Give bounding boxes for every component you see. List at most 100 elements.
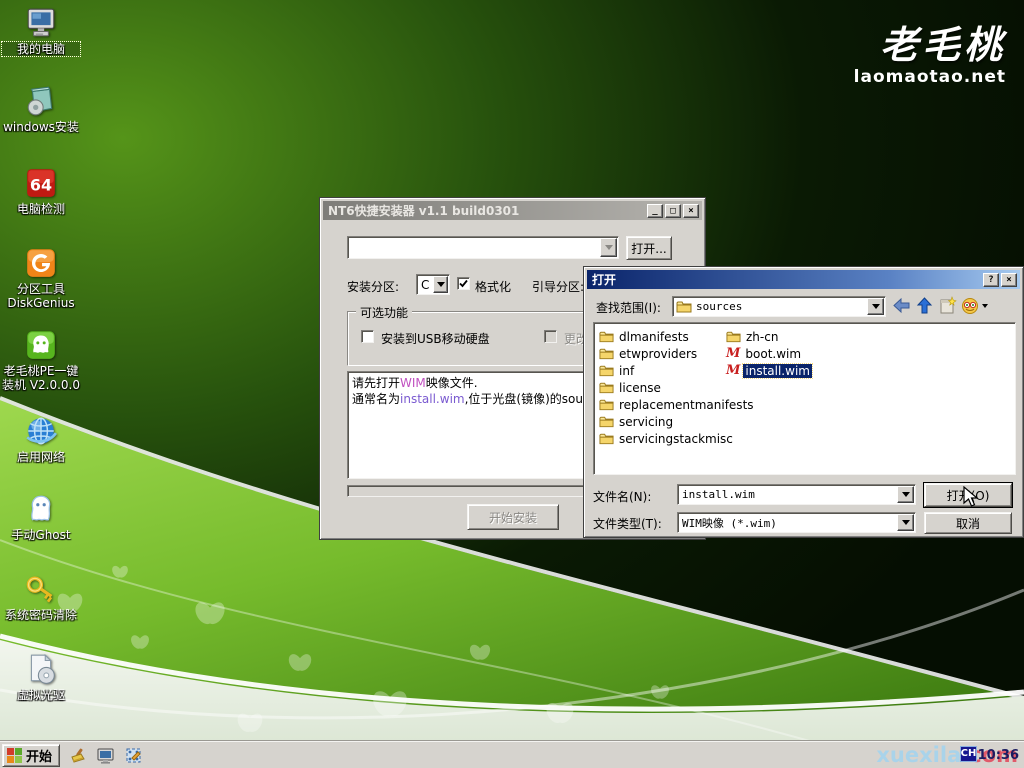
look-in-value: sources: [692, 298, 866, 315]
list-item-folder[interactable]: dlmanifests: [599, 328, 691, 345]
list-item-folder[interactable]: replacementmanifests: [599, 396, 756, 413]
screen-capture-icon: [124, 746, 143, 765]
desktop-icon-label: 老毛桃PE一键装机 V2.0.0.0: [2, 364, 80, 392]
sweep-icon: [68, 746, 87, 765]
folder-icon: [599, 432, 614, 445]
usb-install-label: 安装到USB移动硬盘: [381, 330, 490, 347]
start-button-label: 开始: [26, 746, 52, 765]
list-item-folder[interactable]: license: [599, 379, 663, 396]
file-name-label: 文件名(N):: [593, 488, 651, 505]
file-name-dropdown-button[interactable]: [897, 486, 914, 503]
wim-path-combobox[interactable]: [347, 236, 619, 259]
boot-partition-label: 引导分区:: [532, 278, 584, 295]
usb-install-checkbox[interactable]: [361, 330, 374, 343]
start-logo-icon: [7, 748, 22, 763]
optional-features-label: 可选功能: [356, 304, 412, 321]
desktop-icon-my-computer[interactable]: 我的电脑: [2, 6, 80, 56]
wim-file-icon: M: [726, 364, 740, 377]
wim-path-value: [348, 246, 599, 250]
list-item-folder[interactable]: servicingstackmisc: [599, 430, 735, 447]
mouse-cursor: [963, 486, 981, 511]
file-name-combobox[interactable]: install.wim: [677, 484, 916, 505]
file-type-label: 文件类型(T):: [593, 515, 662, 532]
start-button[interactable]: 开始: [2, 744, 60, 767]
close-button[interactable]: ×: [683, 204, 699, 218]
file-name-value: install.wim: [678, 486, 896, 503]
desktop-icon-password-clear[interactable]: 系统密码清除: [2, 572, 80, 622]
list-item-folder[interactable]: zh-cn: [726, 328, 780, 345]
list-item-folder[interactable]: servicing: [599, 413, 675, 430]
list-item-folder[interactable]: inf: [599, 362, 636, 379]
network-globe-icon: [24, 414, 58, 448]
desktop-icon-laomaotao-pe[interactable]: 老毛桃PE一键装机 V2.0.0.0: [2, 328, 80, 392]
up-arrow-icon: [915, 296, 934, 315]
format-checkbox[interactable]: [457, 277, 470, 290]
logo-url-text: laomaotao.net: [854, 67, 1006, 87]
quicklaunch-capture-button[interactable]: [121, 744, 145, 766]
view-menu-button[interactable]: [961, 296, 988, 315]
nt6-window-title: NT6快捷安装器 v1.1 build0301: [326, 202, 645, 219]
quicklaunch-display-button[interactable]: [93, 744, 117, 766]
desktop-icon-label: 虚拟光驱: [2, 688, 80, 702]
language-indicator-badge[interactable]: CH: [960, 746, 977, 762]
desktop-icon-pc-check[interactable]: 64 电脑检测: [2, 166, 80, 216]
help-button[interactable]: ?: [983, 273, 999, 287]
quicklaunch-sweep-button[interactable]: [65, 744, 89, 766]
taskbar-clock: 10:36: [978, 748, 1019, 763]
display-icon: [96, 746, 115, 765]
virtual-cdrom-icon: [24, 652, 58, 686]
list-item-folder[interactable]: etwproviders: [599, 345, 699, 362]
desktop-icon-virtual-cdrom[interactable]: 虚拟光驱: [2, 652, 80, 702]
folder-icon: [599, 364, 614, 377]
file-type-combobox[interactable]: WIM映像 (*.wim): [677, 512, 916, 533]
partition-dropdown-button[interactable]: [433, 276, 448, 293]
logo-zh-text: 老毛桃: [854, 14, 1006, 69]
open-dialog-title: 打开: [590, 271, 981, 288]
back-button[interactable]: [892, 296, 911, 318]
desktop-icon-diskgenius[interactable]: 分区工具DiskGenius: [2, 246, 80, 310]
wim-file-icon: M: [726, 347, 740, 360]
wim-path-dropdown-button[interactable]: [600, 238, 617, 257]
nt6-titlebar[interactable]: NT6快捷安装器 v1.1 build0301 _ □ ×: [323, 201, 702, 220]
start-install-button: 开始安装: [467, 504, 559, 530]
list-item-wim-file[interactable]: Mboot.wim: [726, 345, 803, 362]
chevron-down-icon: [902, 520, 910, 525]
install-partition-combobox[interactable]: C: [416, 274, 450, 295]
folder-icon: [599, 381, 614, 394]
windows-install-icon: [24, 84, 58, 118]
look-in-label: 查找范围(I):: [596, 299, 661, 316]
close-button[interactable]: ×: [1001, 273, 1017, 287]
desktop-icon-enable-network[interactable]: 启用网络: [2, 414, 80, 464]
desktop-icon-label: 启用网络: [2, 450, 80, 464]
desktop-icon-windows-install[interactable]: windows安装: [2, 84, 80, 134]
desktop-icon-label: 手动Ghost: [2, 528, 80, 542]
folder-icon: [676, 300, 692, 313]
system-tray: xuexila.com CH 10:36: [824, 742, 1024, 768]
open-dialog-titlebar[interactable]: 打开 ? ×: [587, 270, 1020, 289]
folder-icon: [599, 347, 614, 360]
file-type-dropdown-button[interactable]: [897, 514, 914, 531]
key-icon: [24, 572, 58, 606]
pc-check-64-icon: 64: [24, 166, 58, 200]
chevron-down-icon: [902, 492, 910, 497]
minimize-button[interactable]: _: [647, 204, 663, 218]
open-wim-button[interactable]: 打开...: [626, 236, 672, 260]
up-one-level-button[interactable]: [915, 296, 934, 318]
ghost-icon: [24, 492, 58, 526]
look-in-combobox[interactable]: sources: [672, 296, 886, 317]
file-list[interactable]: dlmanifests etwproviders inf license rep…: [593, 322, 1016, 475]
chevron-down-icon: [437, 282, 445, 287]
desktop-icon-label: 分区工具DiskGenius: [2, 282, 80, 310]
desktop-icon-manual-ghost[interactable]: 手动Ghost: [2, 492, 80, 542]
desktop-icon-label: 系统密码清除: [2, 608, 80, 622]
folder-icon: [726, 330, 741, 343]
new-folder-icon: [938, 296, 957, 315]
list-item-wim-file-selected[interactable]: Minstall.wim: [726, 362, 812, 379]
svg-text:64: 64: [30, 175, 52, 194]
folder-icon: [599, 398, 614, 411]
cancel-button[interactable]: 取消: [924, 512, 1012, 534]
open-file-dialog: 打开 ? × 查找范围(I): sources dlmanifests etwp…: [583, 266, 1024, 538]
look-in-dropdown-button[interactable]: [867, 298, 884, 315]
maximize-button[interactable]: □: [665, 204, 681, 218]
new-folder-button[interactable]: [938, 296, 957, 318]
